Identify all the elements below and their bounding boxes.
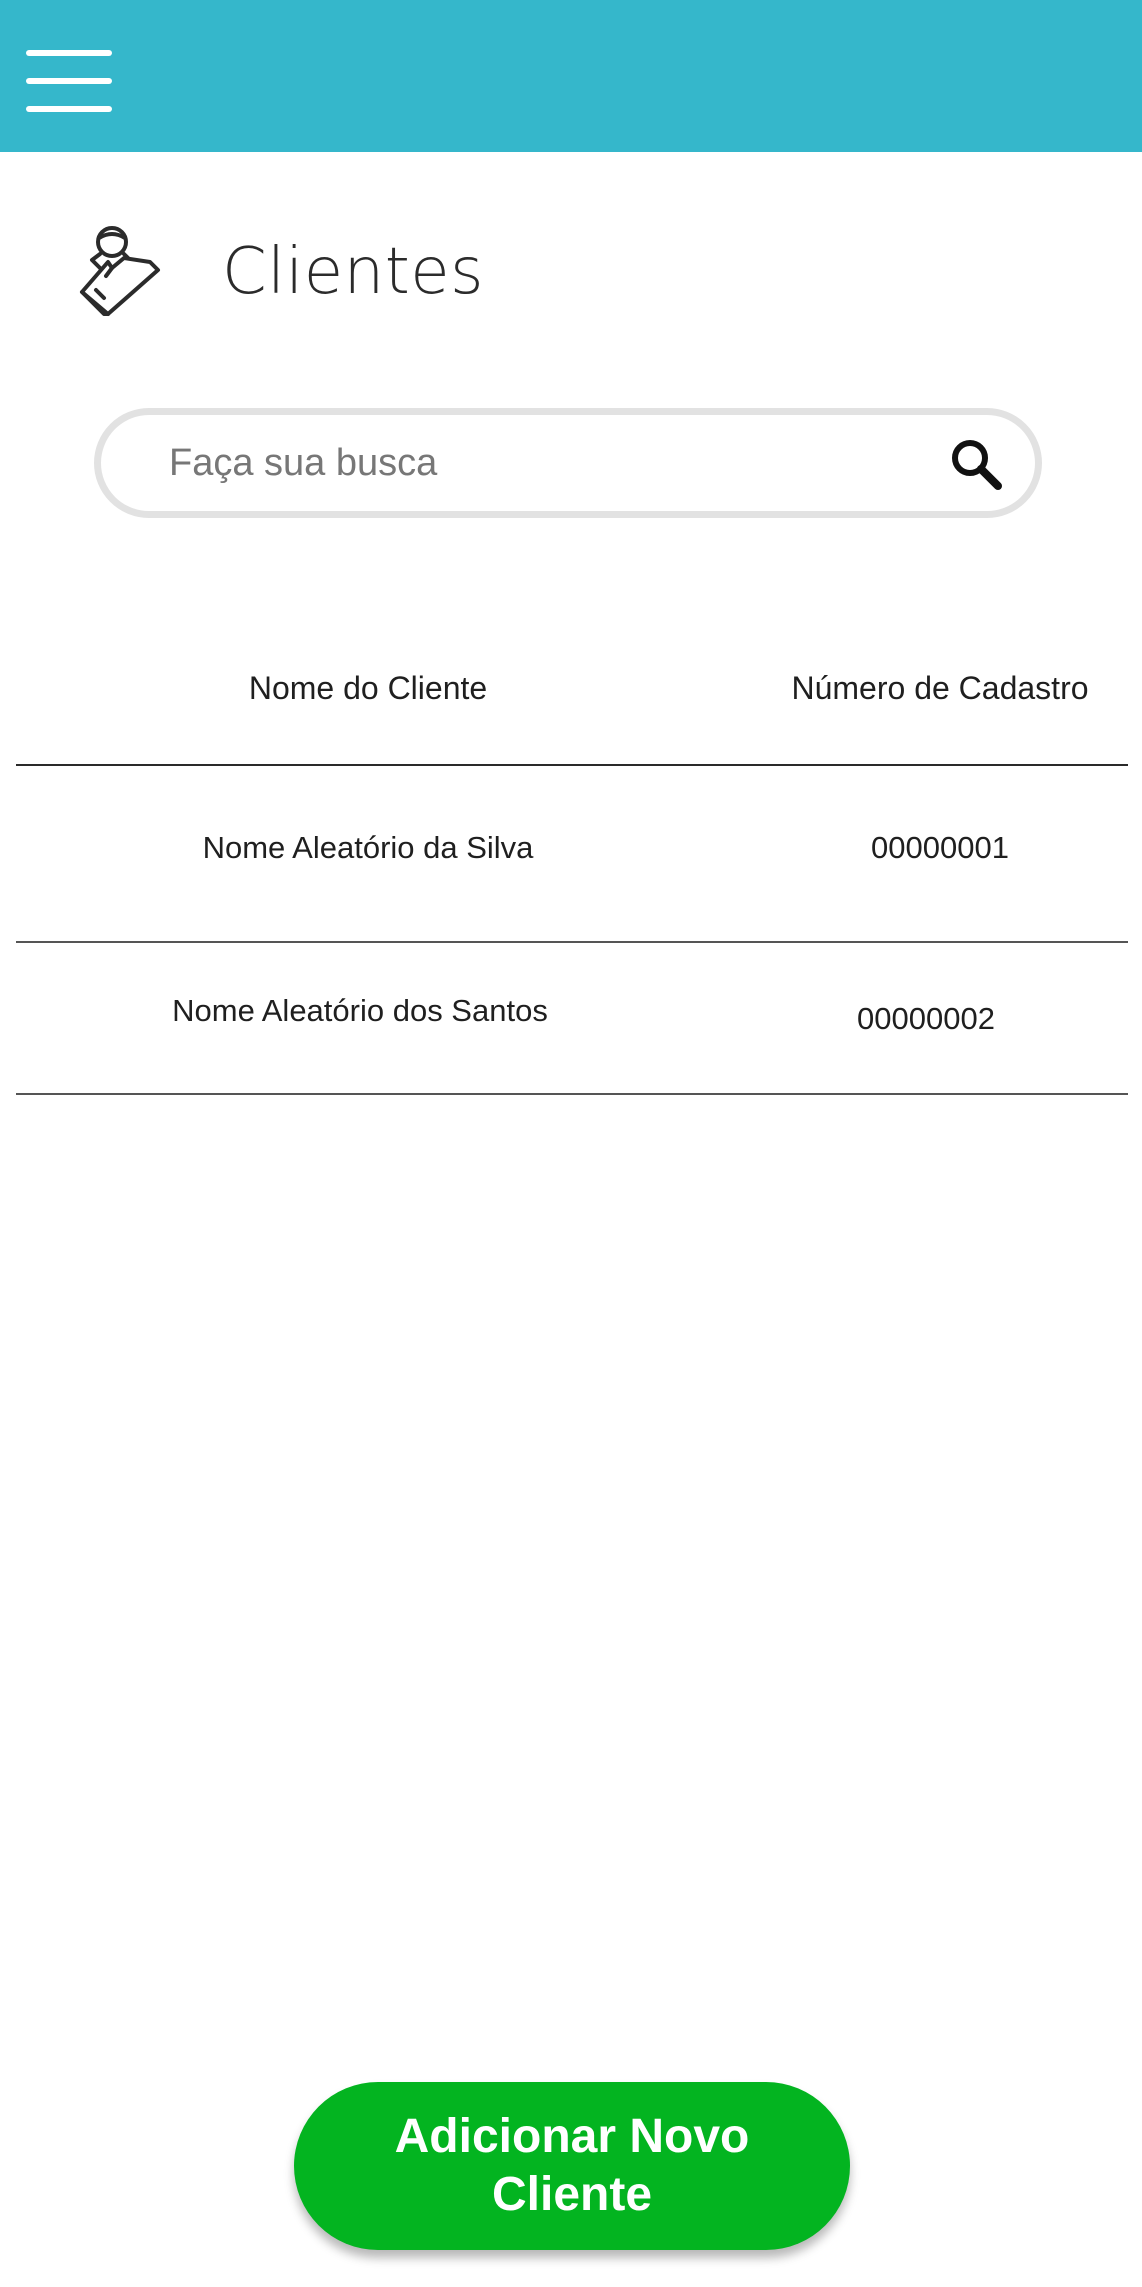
clients-table: Nome do Cliente Número de Cadastro Nome … (16, 620, 1128, 1095)
registration-number-cell: 00000001 (871, 830, 1009, 865)
table-header: Nome do Cliente Número de Cadastro (16, 620, 1128, 766)
top-app-bar (0, 0, 1142, 152)
menu-line (26, 50, 112, 56)
menu-line (26, 106, 112, 112)
search-input[interactable] (169, 415, 889, 511)
search-bar (94, 408, 1042, 518)
client-handshake-icon (80, 226, 160, 316)
column-header-client-name[interactable]: Nome do Cliente (16, 670, 720, 707)
menu-line (26, 78, 112, 84)
client-name-cell: Nome Aleatório da Silva (202, 830, 534, 865)
add-new-client-button[interactable]: Adicionar Novo Cliente (294, 2082, 850, 2250)
table-row[interactable]: Nome Aleatório dos Santos 00000002 (16, 943, 1128, 1095)
client-name-cell: Nome Aleatório dos Santos (172, 993, 548, 1028)
hamburger-menu-icon[interactable] (26, 48, 112, 114)
search-icon[interactable] (949, 437, 1003, 491)
table-row[interactable]: Nome Aleatório da Silva 00000001 (16, 766, 1128, 943)
column-header-registration-number[interactable]: Número de Cadastro (720, 670, 1142, 707)
page-title: Clientes (222, 235, 484, 309)
page-header: Clientes (78, 222, 484, 322)
registration-number-cell: 00000002 (857, 1001, 995, 1036)
clients-screen: Clientes Nome do Cliente Número de Cadas… (0, 0, 1142, 2287)
